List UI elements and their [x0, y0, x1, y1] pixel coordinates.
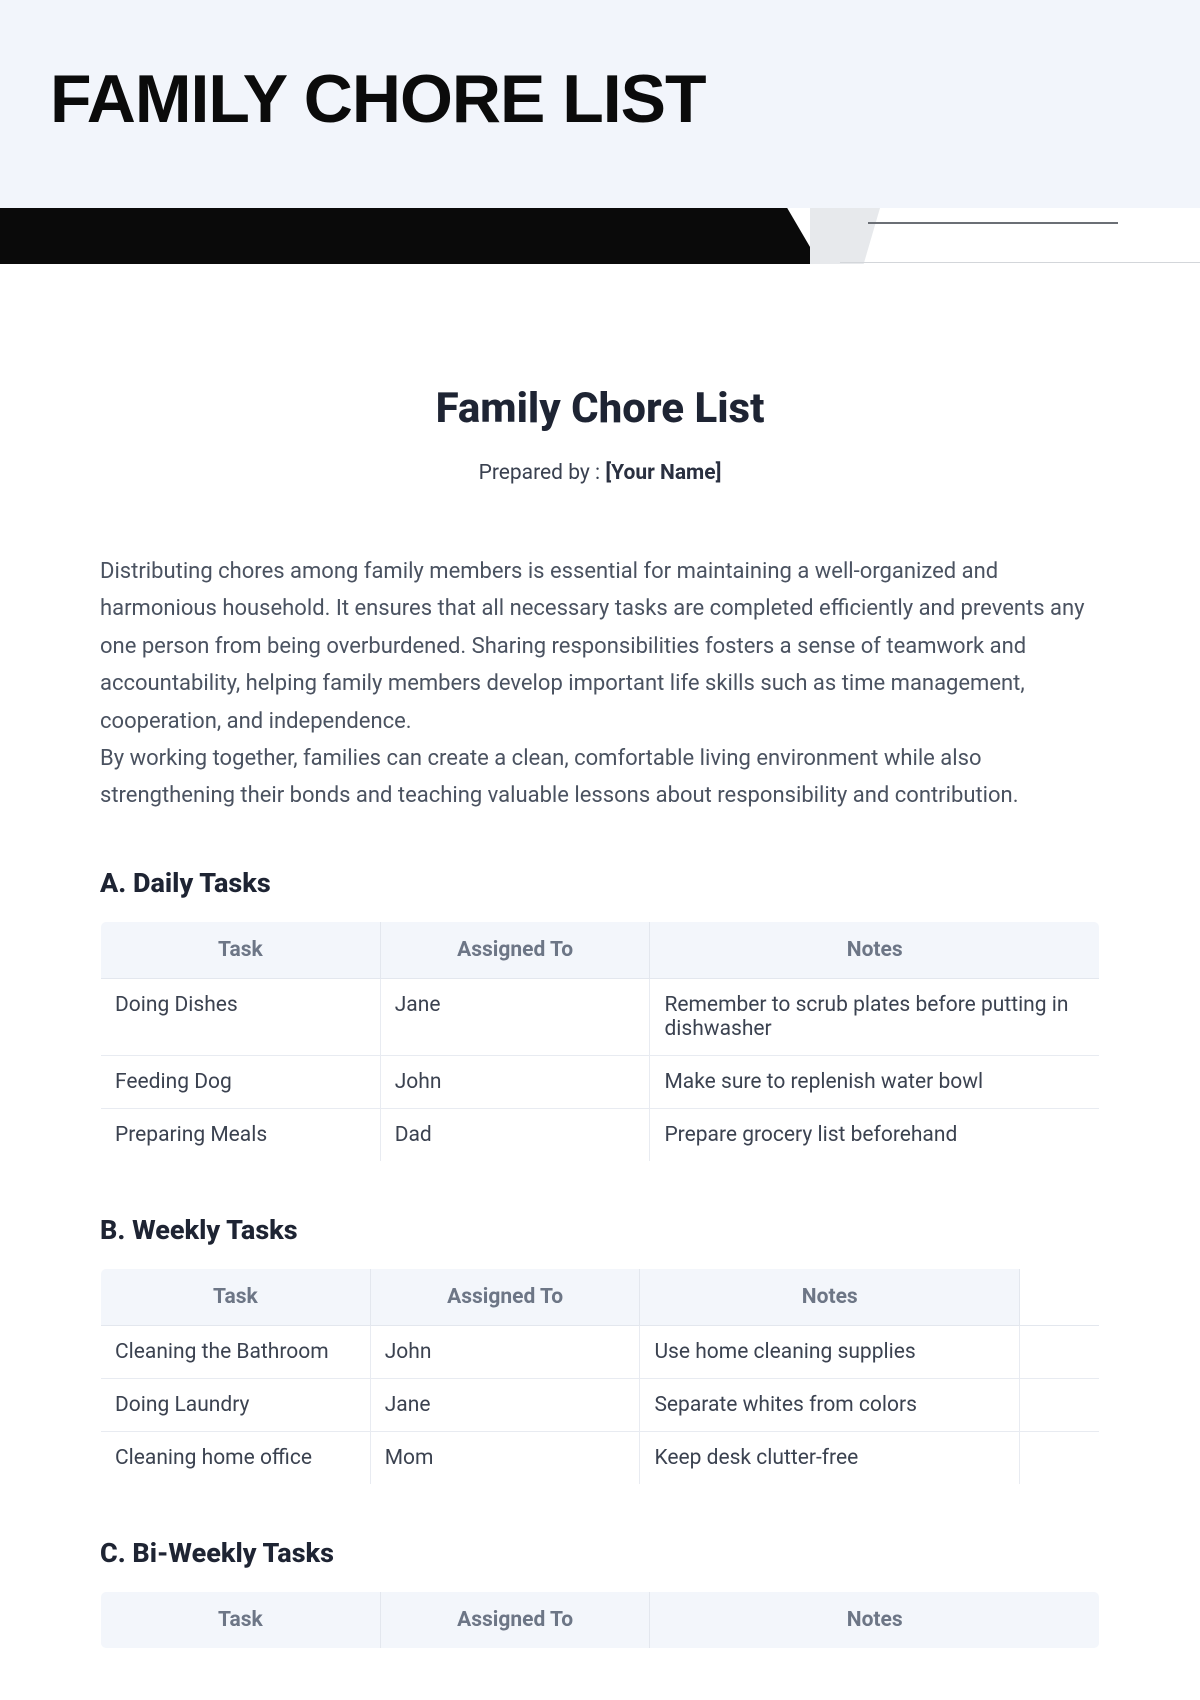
section-heading-daily: A. Daily Tasks: [100, 867, 1100, 899]
biweekly-tasks-table: Task Assigned To Notes: [100, 1591, 1100, 1649]
weekly-tasks-table: Task Assigned To Notes Cleaning the Bath…: [100, 1268, 1100, 1485]
cell-spacer: [1020, 1325, 1100, 1378]
cell-spacer: [1020, 1378, 1100, 1431]
table-row: Feeding Dog John Make sure to replenish …: [101, 1055, 1100, 1108]
table-row: Cleaning home office Mom Keep desk clutt…: [101, 1431, 1100, 1484]
table-row: Preparing Meals Dad Prepare grocery list…: [101, 1108, 1100, 1161]
col-header-assigned: Assigned To: [370, 1268, 640, 1325]
cell-assigned: Mom: [370, 1431, 640, 1484]
daily-tasks-table: Task Assigned To Notes Doing Dishes Jane…: [100, 921, 1100, 1162]
cell-notes: Keep desk clutter-free: [640, 1431, 1020, 1484]
banner-line-thick: [868, 222, 1118, 224]
cell-spacer: [1020, 1431, 1100, 1484]
cell-assigned: Jane: [380, 978, 650, 1055]
cell-notes: Separate whites from colors: [640, 1378, 1020, 1431]
intro-paragraph-1: Distributing chores among family members…: [100, 553, 1100, 740]
document-title: Family Chore List: [100, 384, 1100, 433]
table-header-row: Task Assigned To Notes: [101, 921, 1100, 978]
hero-banner: FAMILY CHORE LIST: [0, 0, 1200, 208]
document-content: Family Chore List Prepared by : [Your Na…: [0, 264, 1200, 1689]
col-header-notes: Notes: [650, 1591, 1100, 1648]
table-row: Doing Dishes Jane Remember to scrub plat…: [101, 978, 1100, 1055]
cell-task: Preparing Meals: [101, 1108, 381, 1161]
banner-line-thin: [840, 262, 1200, 263]
cell-assigned: John: [370, 1325, 640, 1378]
intro-paragraph-2: By working together, families can create…: [100, 740, 1100, 815]
cell-assigned: Jane: [370, 1378, 640, 1431]
table-header-row: Task Assigned To Notes: [101, 1591, 1100, 1648]
cell-assigned: John: [380, 1055, 650, 1108]
col-header-assigned: Assigned To: [380, 1591, 650, 1648]
cell-task: Doing Dishes: [101, 978, 381, 1055]
cell-notes: Use home cleaning supplies: [640, 1325, 1020, 1378]
col-header-spacer: [1020, 1268, 1100, 1325]
section-heading-weekly: B. Weekly Tasks: [100, 1214, 1100, 1246]
table-header-row: Task Assigned To Notes: [101, 1268, 1100, 1325]
prepared-by-line: Prepared by : [Your Name]: [100, 461, 1100, 485]
cell-task: Feeding Dog: [101, 1055, 381, 1108]
cell-notes: Remember to scrub plates before putting …: [650, 978, 1100, 1055]
banner-black-shape: [0, 208, 820, 264]
banner-gray-shape: [810, 208, 880, 264]
cell-notes: Prepare grocery list beforehand: [650, 1108, 1100, 1161]
cell-task: Doing Laundry: [101, 1378, 371, 1431]
col-header-task: Task: [101, 921, 381, 978]
intro-text: Distributing chores among family members…: [100, 553, 1100, 815]
prepared-by-label: Prepared by :: [479, 461, 606, 485]
cell-task: Cleaning home office: [101, 1431, 371, 1484]
hero-title: FAMILY CHORE LIST: [50, 60, 1150, 138]
prepared-by-name: [Your Name]: [605, 461, 721, 485]
table-row: Doing Laundry Jane Separate whites from …: [101, 1378, 1100, 1431]
section-heading-biweekly: C. Bi-Weekly Tasks: [100, 1537, 1100, 1569]
col-header-notes: Notes: [640, 1268, 1020, 1325]
col-header-assigned: Assigned To: [380, 921, 650, 978]
col-header-task: Task: [101, 1268, 371, 1325]
cell-task: Cleaning the Bathroom: [101, 1325, 371, 1378]
col-header-task: Task: [101, 1591, 381, 1648]
col-header-notes: Notes: [650, 921, 1100, 978]
table-row: Cleaning the Bathroom John Use home clea…: [101, 1325, 1100, 1378]
cell-assigned: Dad: [380, 1108, 650, 1161]
cell-notes: Make sure to replenish water bowl: [650, 1055, 1100, 1108]
decorative-banner: [0, 208, 1200, 264]
